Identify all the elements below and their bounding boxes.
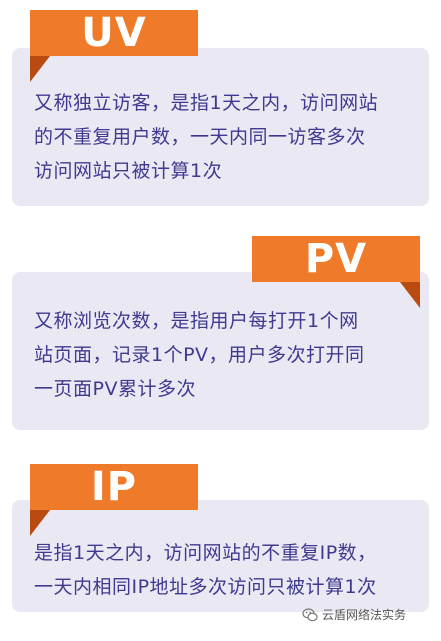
pv-tab-label: PV [304, 236, 368, 282]
uv-tab-label: UV [81, 10, 147, 56]
pv-tab: PV [252, 236, 420, 282]
uv-description: 又称独立访客，是指1天之内，访问网站 的不重复用户数，一天内同一访客多次 访问网… [34, 92, 379, 182]
pv-card: 又称浏览次数，是指用户每打开1个网 站页面，记录1个PV，用户多次打开同 一页面… [12, 272, 429, 430]
wechat-icon [302, 607, 318, 621]
ip-card: 是指1天之内，访问网站的不重复IP数， 一天内相同IP地址多次访问只被计算1次 [12, 500, 429, 612]
ip-tab: IP [30, 464, 198, 510]
watermark: 云盾网络法实务 [302, 606, 406, 623]
uv-tab-fold [30, 56, 50, 82]
uv-card: 又称独立访客，是指1天之内，访问网站 的不重复用户数，一天内同一访客多次 访问网… [12, 48, 429, 206]
ip-tab-label: IP [90, 464, 138, 510]
ip-description: 是指1天之内，访问网站的不重复IP数， 一天内相同IP地址多次访问只被计算1次 [34, 542, 377, 598]
pv-tab-fold [400, 282, 420, 308]
pv-description: 又称浏览次数，是指用户每打开1个网 站页面，记录1个PV，用户多次打开同 一页面… [34, 310, 365, 400]
ip-tab-fold [30, 510, 50, 536]
uv-tab: UV [30, 10, 198, 56]
watermark-text: 云盾网络法实务 [322, 608, 407, 622]
